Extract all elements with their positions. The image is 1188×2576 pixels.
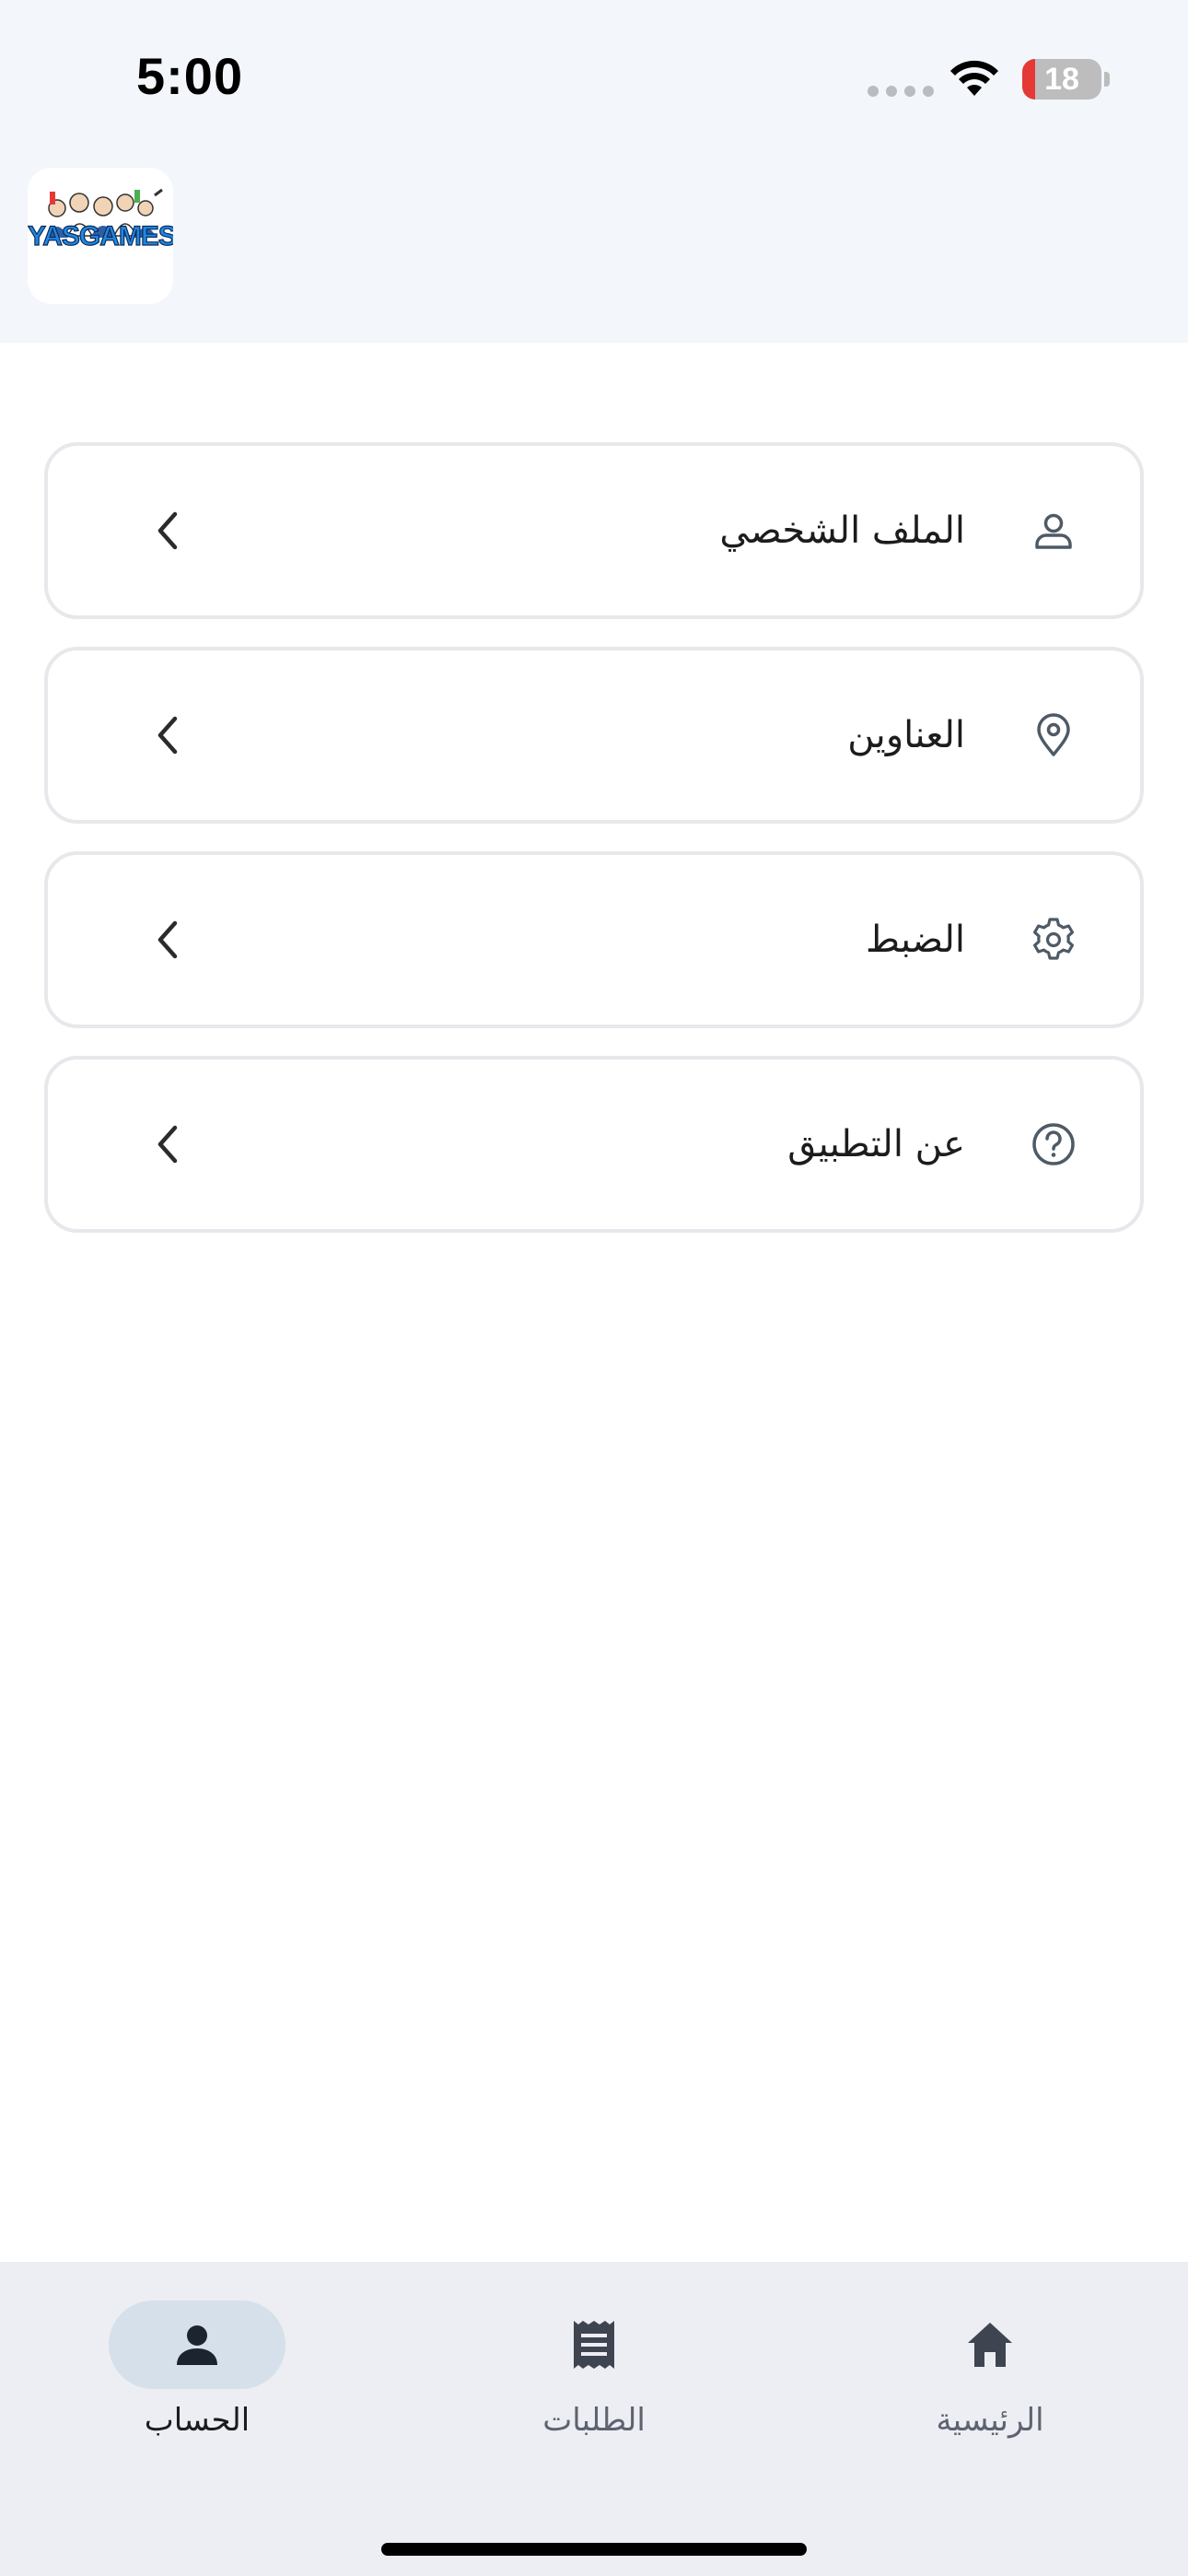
app-logo[interactable]: YASGAMES: [28, 168, 173, 304]
chevron-left-icon: [157, 716, 178, 755]
account-screen: 5:00 18 YASGAMES الملف الشخصي العناوين ا…: [0, 0, 1188, 2576]
menu-item-about[interactable]: عن التطبيق: [44, 1056, 1144, 1233]
home-icon: [968, 2323, 1012, 2367]
logo-wordmark: YASGAMES: [28, 220, 173, 252]
app-header: 5:00 18 YASGAMES: [0, 0, 1188, 343]
menu-item-label: الضبط: [865, 919, 965, 961]
bottom-navigation-bar: الحساب الطلبات الرئيسية: [0, 2262, 1188, 2576]
nav-item-account[interactable]: الحساب: [87, 2301, 308, 2439]
menu-item-settings[interactable]: الضبط: [44, 851, 1144, 1028]
account-menu: الملف الشخصي العناوين الضبط عن التطبيق: [44, 442, 1144, 1260]
menu-item-label: عن التطبيق: [787, 1123, 965, 1165]
location-pin-icon: [1037, 713, 1070, 756]
battery-level: 18: [1044, 62, 1079, 97]
chevron-left-icon: [157, 511, 178, 550]
chevron-left-icon: [157, 920, 178, 959]
menu-item-label: العناوين: [847, 714, 965, 756]
chevron-left-icon: [157, 1125, 178, 1164]
person-icon: [1035, 513, 1072, 549]
nav-item-home[interactable]: الرئيسية: [879, 2301, 1101, 2439]
nav-label: الطلبات: [542, 2402, 646, 2439]
menu-item-label: الملف الشخصي: [719, 509, 965, 552]
menu-item-profile[interactable]: الملف الشخصي: [44, 442, 1144, 619]
nav-item-orders[interactable]: الطلبات: [483, 2301, 705, 2439]
orders-receipt-icon: [574, 2321, 614, 2369]
help-circle-icon: [1032, 1123, 1075, 1165]
status-time: 5:00: [136, 47, 244, 105]
nav-label: الرئيسية: [936, 2402, 1044, 2439]
battery-icon: 18: [1022, 59, 1101, 100]
account-icon: [177, 2325, 217, 2365]
cellular-signal-icon: [868, 86, 934, 97]
gear-icon: [1033, 918, 1074, 960]
wifi-icon: [950, 60, 998, 96]
home-indicator[interactable]: [381, 2543, 807, 2556]
battery-nub: [1104, 72, 1110, 87]
nav-label: الحساب: [144, 2402, 250, 2439]
menu-item-addresses[interactable]: العناوين: [44, 647, 1144, 824]
